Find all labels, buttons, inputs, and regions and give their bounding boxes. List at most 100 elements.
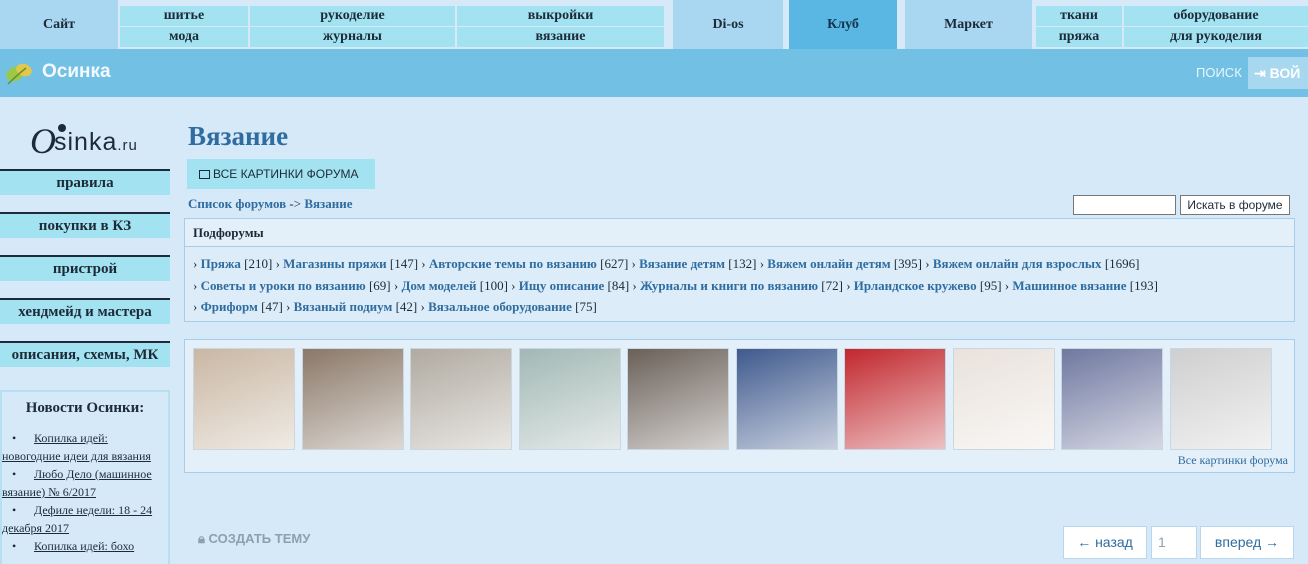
- gallery-thumbnail[interactable]: [518, 348, 621, 450]
- subforums-title: Подфорумы: [185, 219, 1294, 247]
- all-pictures-link[interactable]: Все картинки форума: [1178, 453, 1288, 468]
- subforum-count: [47]: [261, 299, 283, 314]
- news-item[interactable]: • Копилка идей: новогодние идеи для вязани…: [2, 429, 168, 465]
- nav-knitting[interactable]: вязание: [457, 27, 664, 47]
- news-item[interactable]: • Дефиле недели: 18 - 24 декабря 2017: [2, 501, 168, 537]
- subforum-item[interactable]: › Фриформ [47]: [193, 299, 283, 314]
- nav-dios[interactable]: Di-os: [673, 0, 783, 49]
- chevron-right-icon: ›: [421, 256, 429, 271]
- subforum-name[interactable]: Вязание детям: [639, 256, 725, 271]
- sidebar-adopt-button[interactable]: пристрой: [0, 255, 170, 281]
- create-topic-label: СОЗДАТЬ ТЕМУ: [208, 531, 311, 546]
- nav-fashion[interactable]: мода: [120, 27, 248, 47]
- subforum-name[interactable]: Машинное вязание: [1012, 278, 1126, 293]
- subforum-count: [100]: [479, 277, 508, 293]
- subforum-item[interactable]: › Вязаный подиум [42]: [286, 299, 417, 314]
- pager-next-button[interactable]: вперед →: [1200, 526, 1294, 559]
- nav-yarn[interactable]: пряжа: [1036, 27, 1122, 47]
- subforums-panel: Подфорумы › Пряжа [210] › Магазины пряжи…: [184, 218, 1295, 322]
- subforum-name[interactable]: Дом моделей: [401, 278, 476, 293]
- brand-title[interactable]: Осинка: [42, 61, 111, 83]
- subforum-name[interactable]: Вязальное оборудование: [428, 299, 572, 314]
- image-icon: [199, 170, 210, 179]
- news-item[interactable]: • Любо Дело (машинное вязание) № 6/2017: [2, 465, 168, 501]
- subforum-name[interactable]: Ищу описание: [519, 278, 605, 293]
- subforum-item[interactable]: › Дом моделей [100]: [394, 278, 508, 293]
- subforum-name[interactable]: Авторские темы по вязанию: [429, 256, 597, 271]
- gallery-thumbnail[interactable]: [193, 348, 295, 450]
- sidebar-rules-button[interactable]: правила: [0, 169, 170, 195]
- subforum-item[interactable]: › Вяжем онлайн детям [395]: [760, 256, 922, 271]
- nav-sewing[interactable]: шитье: [120, 6, 248, 26]
- sidebar-purchases-button[interactable]: покупки в КЗ: [0, 212, 170, 238]
- pager-page-input[interactable]: 1: [1151, 526, 1197, 559]
- subforum-item[interactable]: › Ирландское кружево [95]: [846, 278, 1001, 293]
- chevron-right-icon: ›: [193, 256, 201, 271]
- nav-for-needlework[interactable]: для рукоделия: [1124, 27, 1308, 47]
- gallery-thumbnail[interactable]: [735, 348, 838, 450]
- subforum-item[interactable]: › Ищу описание [84]: [511, 278, 629, 293]
- subforum-name[interactable]: Ирландское кружево: [854, 278, 977, 293]
- breadcrumb-current[interactable]: Вязание: [304, 196, 352, 211]
- sidebar-handmade-button[interactable]: хендмейд и мастера: [0, 298, 170, 324]
- subforum-name[interactable]: Советы и уроки по вязанию: [201, 278, 366, 293]
- chevron-right-icon: ›: [511, 277, 519, 293]
- news-item-lead: Дефиле недели: 18 - 24: [34, 503, 153, 517]
- header-search-link[interactable]: ПОИСК: [1196, 65, 1242, 80]
- chevron-right-icon: ›: [632, 277, 641, 293]
- subforum-item[interactable]: › Вяжем онлайн для взрослых [1696]: [925, 256, 1139, 271]
- subforum-name[interactable]: Магазины пряжи: [283, 256, 386, 271]
- nav-equipment[interactable]: оборудование: [1124, 6, 1308, 26]
- gallery-thumbnail[interactable]: [844, 348, 946, 450]
- nav-magazines[interactable]: журналы: [250, 27, 455, 47]
- site-logo[interactable]: O sinka.ru: [30, 118, 154, 162]
- subforum-name[interactable]: Журналы и книги по вязанию: [640, 278, 818, 293]
- gallery-thumbnail[interactable]: [952, 348, 1055, 450]
- all-forum-pictures-button[interactable]: ВСЕ КАРТИНКИ ФОРУМА: [187, 159, 375, 189]
- forum-search-button[interactable]: Искать в форуме: [1180, 195, 1290, 215]
- aspen-leaf-icon: [6, 63, 32, 85]
- gallery-thumbnail[interactable]: [627, 348, 729, 450]
- subforum-name[interactable]: Фриформ: [201, 299, 258, 314]
- page-title: Вязание: [188, 121, 289, 151]
- subforum-count: [147]: [389, 256, 419, 271]
- login-button[interactable]: ⇥ ВОЙ: [1248, 57, 1308, 89]
- subforum-name[interactable]: Вяжем онлайн для взрослых: [933, 256, 1102, 271]
- gallery-thumbnail[interactable]: [410, 348, 512, 450]
- breadcrumb-root[interactable]: Список форумов: [188, 196, 286, 211]
- subforum-item[interactable]: › Советы и уроки по вязанию [69]: [193, 278, 391, 293]
- nav-site[interactable]: Сайт: [0, 0, 118, 49]
- subforum-item[interactable]: › Машинное вязание [193]: [1005, 278, 1158, 293]
- chevron-right-icon: ›: [420, 299, 429, 314]
- subforum-item[interactable]: › Магазины пряжи [147]: [276, 256, 418, 271]
- nav-club[interactable]: Клуб: [789, 0, 897, 49]
- pager-prev-button[interactable]: ← назад: [1063, 526, 1147, 559]
- subforum-item[interactable]: › Журналы и книги по вязанию [72]: [632, 278, 843, 293]
- bullet-icon: •: [12, 467, 17, 481]
- subforum-item[interactable]: › Авторские темы по вязанию [627]: [421, 256, 628, 271]
- nav-fabrics[interactable]: ткани: [1036, 6, 1122, 26]
- gallery-thumbnail[interactable]: [301, 348, 404, 450]
- subforum-count: [132]: [728, 256, 757, 271]
- nav-patterns[interactable]: выкройки: [457, 6, 664, 26]
- gallery-thumbnail[interactable]: [1061, 348, 1163, 450]
- subforum-item[interactable]: › Вязальное оборудование [75]: [421, 299, 597, 314]
- subforum-count: [84]: [607, 277, 630, 293]
- create-topic-button[interactable]: 🔒︎ СОЗДАТЬ ТЕМУ: [198, 531, 310, 547]
- news-item-lead: Копилка идей:: [34, 431, 108, 445]
- news-list: • Копилка идей: новогодние идеи для вязани…: [2, 429, 168, 555]
- subforum-name[interactable]: Вяжем онлайн детям: [767, 256, 890, 271]
- forum-search-input[interactable]: [1073, 195, 1176, 215]
- nav-needlework[interactable]: рукоделие: [250, 6, 455, 26]
- news-item[interactable]: • Копилка идей: бохо: [12, 537, 168, 555]
- subforum-name[interactable]: Вязаный подиум: [294, 299, 393, 314]
- chevron-right-icon: ›: [193, 277, 201, 293]
- subforum-item[interactable]: › Вязание детям [132]: [632, 256, 757, 271]
- subforum-item[interactable]: › Пряжа [210]: [193, 256, 272, 271]
- chevron-right-icon: ›: [286, 299, 294, 314]
- sidebar-patterns-button[interactable]: описания, схемы, МК: [0, 341, 170, 367]
- subforum-name[interactable]: Пряжа: [201, 256, 241, 271]
- gallery-thumbnail[interactable]: [1169, 348, 1272, 450]
- header-bar: Осинка ПОИСК ⇥ ВОЙ: [0, 49, 1308, 97]
- nav-market[interactable]: Маркет: [905, 0, 1032, 49]
